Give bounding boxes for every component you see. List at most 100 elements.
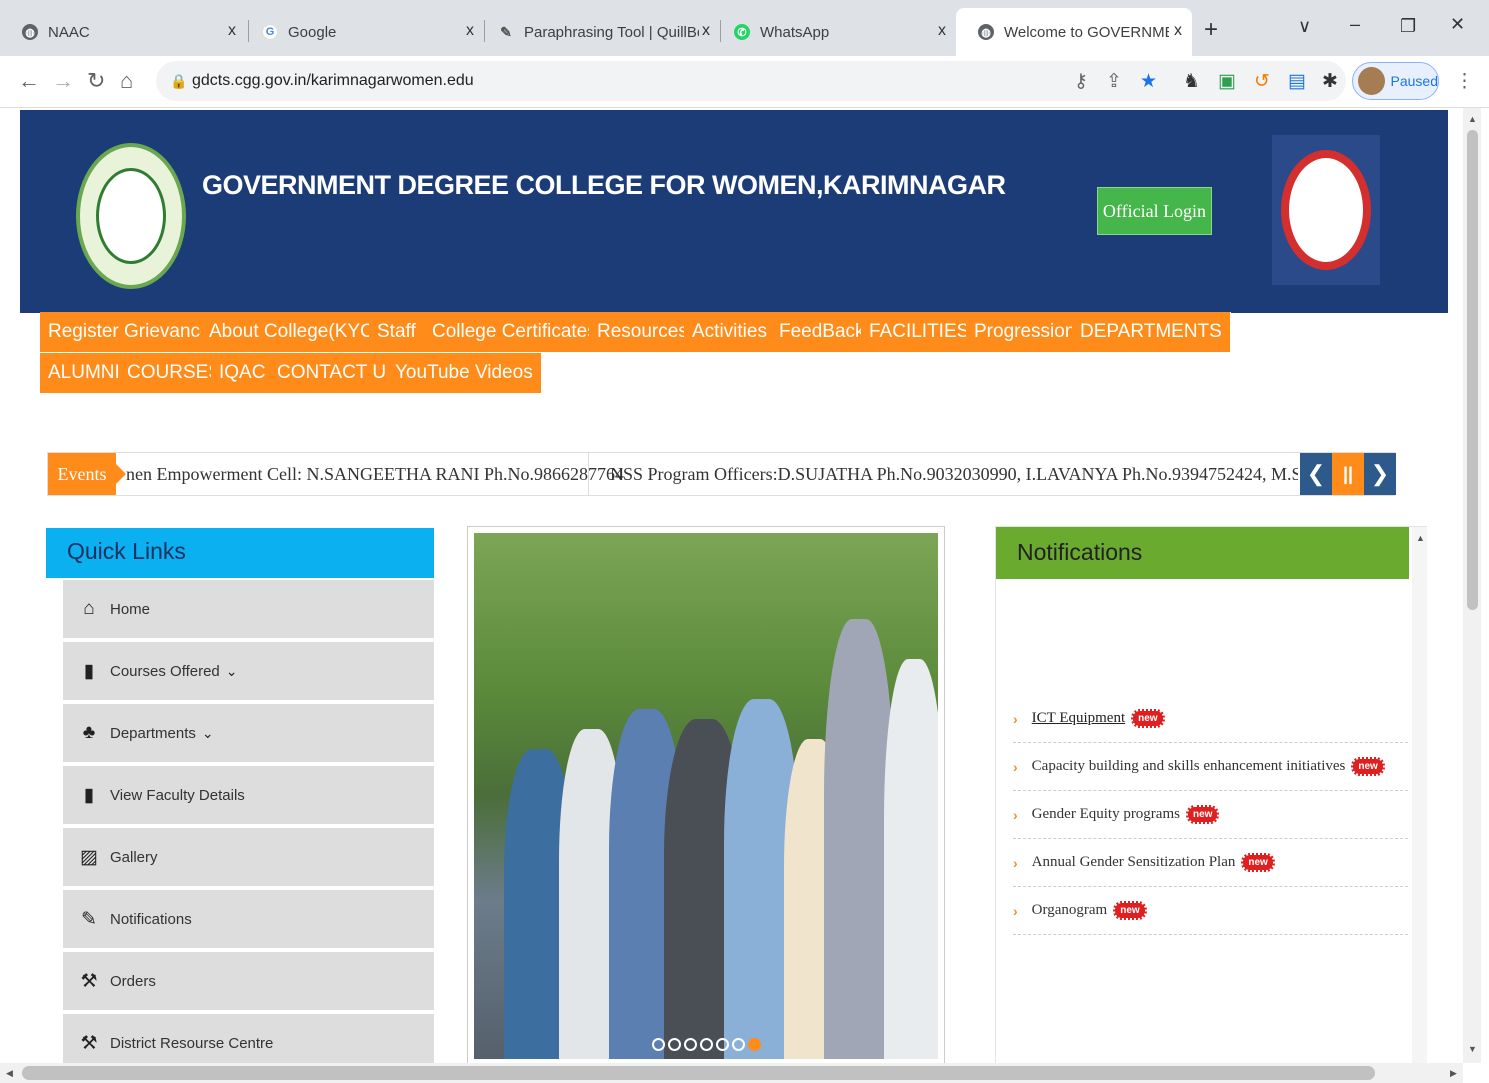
menu-kebab-icon[interactable]: ⋮ bbox=[1455, 70, 1474, 93]
slider-dot-active[interactable] bbox=[748, 1038, 761, 1051]
chevron-right-icon: › bbox=[1013, 710, 1018, 727]
menu-resources[interactable]: Resources bbox=[589, 312, 697, 352]
forward-arrow-icon[interactable]: → bbox=[52, 68, 74, 94]
menu-youtube-videos[interactable]: YouTube Videos bbox=[387, 353, 542, 393]
tab-naac[interactable]: ◍ NAAC x bbox=[0, 12, 246, 52]
quick-link-label: Orders bbox=[110, 972, 156, 990]
gavel-icon: ⚒ bbox=[80, 1032, 98, 1054]
notification-item[interactable]: › Capacity building and skills enhanceme… bbox=[1013, 743, 1408, 791]
scroll-right-icon[interactable]: ▶ bbox=[1450, 1068, 1457, 1079]
quick-link-district-resource[interactable]: ⚒ District Resourse Centre bbox=[63, 1014, 434, 1063]
notification-link[interactable]: Gender Equity programs bbox=[1032, 806, 1180, 823]
menu-about-college[interactable]: About College(KYC) bbox=[201, 312, 390, 352]
key-icon[interactable]: ⚷ bbox=[1074, 70, 1088, 93]
window-close-icon[interactable]: ✕ bbox=[1450, 14, 1465, 35]
close-icon[interactable]: x bbox=[228, 22, 236, 40]
address-bar[interactable]: 🔒 gdcts.cgg.gov.in/karimnagarwomen.edu ⚷… bbox=[156, 61, 1346, 101]
tab-quillbot[interactable]: ✎ Paraphrasing Tool | QuillBot A x bbox=[476, 12, 720, 52]
events-prev-button[interactable]: ❮ bbox=[1300, 453, 1332, 495]
tab-government-college[interactable]: ◍ Welcome to GOVERNMENT D x bbox=[956, 8, 1192, 56]
menu-progression[interactable]: Progression bbox=[966, 312, 1085, 352]
scrollbar-thumb[interactable] bbox=[1467, 130, 1478, 610]
quick-link-courses-offered[interactable]: ▮ Courses Offered ⌄ bbox=[63, 642, 434, 702]
slider-dot[interactable] bbox=[732, 1038, 745, 1051]
chevron-right-icon: › bbox=[1013, 806, 1018, 823]
tab-title: Google bbox=[288, 23, 337, 41]
scroll-down-icon[interactable]: ▼ bbox=[1468, 1044, 1477, 1054]
chevron-down-icon: ⌄ bbox=[225, 662, 238, 679]
tab-whatsapp[interactable]: ✆ WhatsApp x bbox=[712, 12, 956, 52]
scroll-left-icon[interactable]: ◀ bbox=[6, 1068, 13, 1079]
menu-feedback[interactable]: FeedBack bbox=[771, 312, 874, 352]
chevron-right-icon: › bbox=[1013, 902, 1018, 919]
notification-item[interactable]: › Annual Gender Sensitization Plan new bbox=[1013, 839, 1408, 887]
tab-google[interactable]: G Google x bbox=[240, 12, 484, 52]
quick-link-departments[interactable]: ♣ Departments ⌄ bbox=[63, 704, 434, 764]
notifications-scrollbar[interactable]: ▲ bbox=[1412, 527, 1427, 1063]
quick-link-notifications[interactable]: ✎ Notifications bbox=[63, 890, 434, 950]
tab-title: Welcome to GOVERNMENT D bbox=[1004, 23, 1169, 41]
menu-staff[interactable]: Staff bbox=[369, 312, 425, 352]
url-text[interactable]: gdcts.cgg.gov.in/karimnagarwomen.edu bbox=[192, 72, 474, 90]
close-icon[interactable]: x bbox=[466, 22, 474, 40]
new-badge: new bbox=[1131, 709, 1165, 728]
events-pause-button[interactable]: || bbox=[1332, 453, 1364, 495]
extension-doc-icon[interactable]: ▣ bbox=[1218, 70, 1236, 93]
page-vertical-scrollbar[interactable]: ▲ ▼ bbox=[1463, 108, 1481, 1063]
new-badge: new bbox=[1351, 757, 1385, 776]
image-icon: ▨ bbox=[80, 846, 98, 868]
quick-link-home[interactable]: ⌂ Home bbox=[63, 580, 434, 640]
globe-icon: ◍ bbox=[22, 24, 38, 40]
close-icon[interactable]: x bbox=[1174, 22, 1182, 40]
close-icon[interactable]: x bbox=[938, 22, 946, 40]
tab-search-chevron-icon[interactable]: ∨ bbox=[1298, 16, 1311, 37]
slider-dot[interactable] bbox=[652, 1038, 665, 1051]
menu-facilities[interactable]: FACILITIES bbox=[861, 312, 979, 352]
menu-activities[interactable]: Activities bbox=[684, 312, 776, 352]
notification-item[interactable]: › ICT Equipment new bbox=[1013, 695, 1408, 743]
menu-iqac[interactable]: IQAC bbox=[211, 353, 275, 393]
menu-departments[interactable]: DEPARTMENTS bbox=[1072, 312, 1231, 352]
quick-link-orders[interactable]: ⚒ Orders bbox=[63, 952, 434, 1012]
menu-register-grievance[interactable]: Register Grievance bbox=[40, 312, 220, 352]
slider-dot[interactable] bbox=[700, 1038, 713, 1051]
event-item[interactable]: nen Empowerment Cell: N.SANGEETHA RANI P… bbox=[126, 464, 624, 485]
slider-dot[interactable] bbox=[668, 1038, 681, 1051]
slider-dot[interactable] bbox=[684, 1038, 697, 1051]
back-arrow-icon[interactable]: ← bbox=[18, 68, 40, 94]
events-next-button[interactable]: ❯ bbox=[1364, 453, 1396, 495]
notification-link[interactable]: Capacity building and skills enhancement… bbox=[1032, 758, 1346, 775]
menu-alumni[interactable]: ALUMNI bbox=[40, 353, 129, 393]
quick-link-gallery[interactable]: ▨ Gallery bbox=[63, 828, 434, 888]
scrollbar-thumb[interactable] bbox=[22, 1066, 1375, 1080]
web-page: GOVERNMENT DEGREE COLLEGE FOR WOMEN,KARI… bbox=[0, 108, 1463, 1063]
page-horizontal-scrollbar[interactable]: ◀ ▶ bbox=[0, 1063, 1463, 1083]
extension-puzzle-icon[interactable]: ♞ bbox=[1183, 70, 1200, 93]
notification-link[interactable]: Organogram bbox=[1032, 902, 1108, 919]
scroll-up-icon[interactable]: ▲ bbox=[1468, 114, 1477, 124]
photo-slider[interactable] bbox=[467, 526, 945, 1063]
home-icon[interactable]: ⌂ bbox=[120, 68, 133, 94]
menu-college-certificates[interactable]: College Certificates bbox=[424, 312, 606, 352]
bookmark-star-icon[interactable]: ★ bbox=[1140, 70, 1157, 93]
notification-item[interactable]: › Organogram new bbox=[1013, 887, 1408, 935]
share-icon[interactable]: ⇪ bbox=[1106, 70, 1122, 93]
quick-link-view-faculty[interactable]: ▮ View Faculty Details bbox=[63, 766, 434, 826]
notification-link[interactable]: Annual Gender Sensitization Plan bbox=[1032, 854, 1236, 871]
chevron-right-icon: › bbox=[1013, 758, 1018, 775]
extension-window-icon[interactable]: ▤ bbox=[1288, 70, 1306, 93]
event-item[interactable]: NSS Program Officers:D.SUJATHA Ph.No.903… bbox=[610, 464, 1298, 485]
slider-dot[interactable] bbox=[716, 1038, 729, 1051]
restore-icon[interactable]: ❐ bbox=[1400, 16, 1416, 37]
new-tab-button[interactable]: + bbox=[1204, 16, 1218, 44]
extensions-icon[interactable]: ✱ bbox=[1322, 70, 1338, 93]
notification-item[interactable]: › Gender Equity programs new bbox=[1013, 791, 1408, 839]
official-login-button[interactable]: Official Login bbox=[1097, 187, 1212, 235]
notification-link[interactable]: ICT Equipment bbox=[1032, 710, 1125, 727]
extension-arrow-icon[interactable]: ↺ bbox=[1254, 70, 1270, 93]
close-icon[interactable]: x bbox=[702, 22, 710, 40]
events-ticker: Events nen Empowerment Cell: N.SANGEETHA… bbox=[47, 452, 1396, 496]
minimize-icon[interactable]: – bbox=[1350, 14, 1360, 35]
reload-icon[interactable]: ↻ bbox=[87, 68, 105, 94]
profile-button[interactable]: Paused bbox=[1352, 62, 1439, 100]
